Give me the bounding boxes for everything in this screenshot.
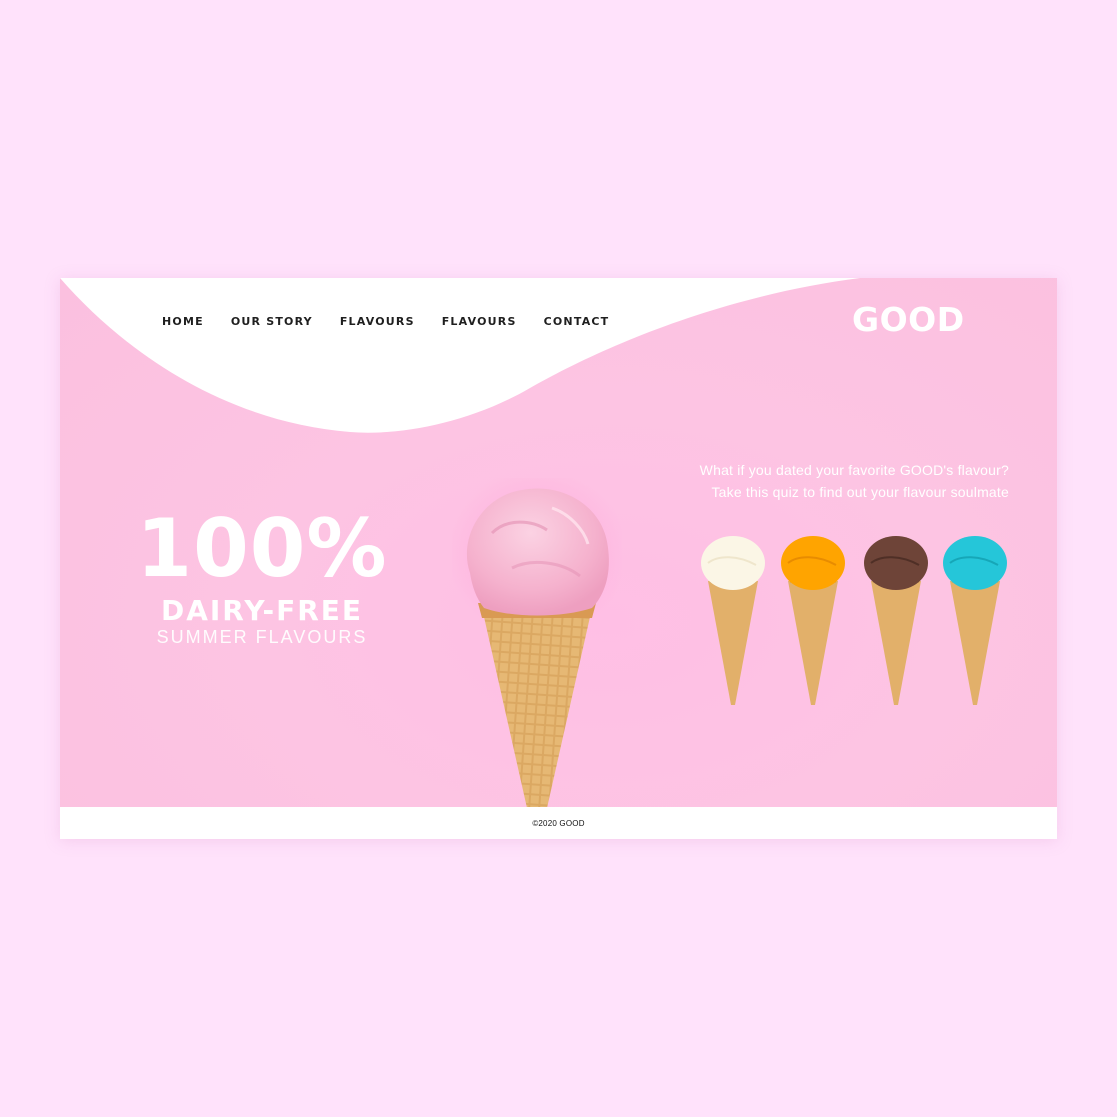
strawberry-cone-image xyxy=(452,478,622,807)
main-nav: HOME OUR STORY FLAVOURS FLAVOURS CONTACT xyxy=(162,315,636,328)
nav-our-story[interactable]: OUR STORY xyxy=(231,315,313,328)
vanilla-cone-image[interactable] xyxy=(698,533,768,708)
chocolate-cone-image[interactable] xyxy=(861,533,931,708)
quiz-prompt[interactable]: What if you dated your favorite GOOD's f… xyxy=(700,459,1009,503)
landing-page-frame: HOME OUR STORY FLAVOURS FLAVOURS CONTACT… xyxy=(60,278,1057,839)
hero-section: HOME OUR STORY FLAVOURS FLAVOURS CONTACT… xyxy=(60,278,1057,807)
nav-flavours-2[interactable]: FLAVOURS xyxy=(442,315,517,328)
blue-raspberry-cone-image[interactable] xyxy=(940,533,1010,708)
quiz-line-2: Take this quiz to find out your flavour … xyxy=(711,484,1009,500)
copyright-text: ©2020 GOOD xyxy=(532,818,585,828)
nav-contact[interactable]: CONTACT xyxy=(544,315,610,328)
quiz-line-1: What if you dated your favorite GOOD's f… xyxy=(699,462,1009,478)
nav-flavours[interactable]: FLAVOURS xyxy=(340,315,415,328)
hero-subheadline: DAIRY-FREE xyxy=(160,594,364,627)
page-footer: ©2020 GOOD xyxy=(60,807,1057,839)
brand-logo[interactable]: GOOD xyxy=(852,300,965,339)
hero-headline-block: 100% DAIRY-FREE SUMMER FLAVOURS xyxy=(114,506,410,648)
hero-headline: 100% xyxy=(136,502,388,595)
hero-tagline: SUMMER FLAVOURS xyxy=(156,627,368,647)
nav-home[interactable]: HOME xyxy=(162,315,204,328)
mango-cone-image[interactable] xyxy=(778,533,848,708)
